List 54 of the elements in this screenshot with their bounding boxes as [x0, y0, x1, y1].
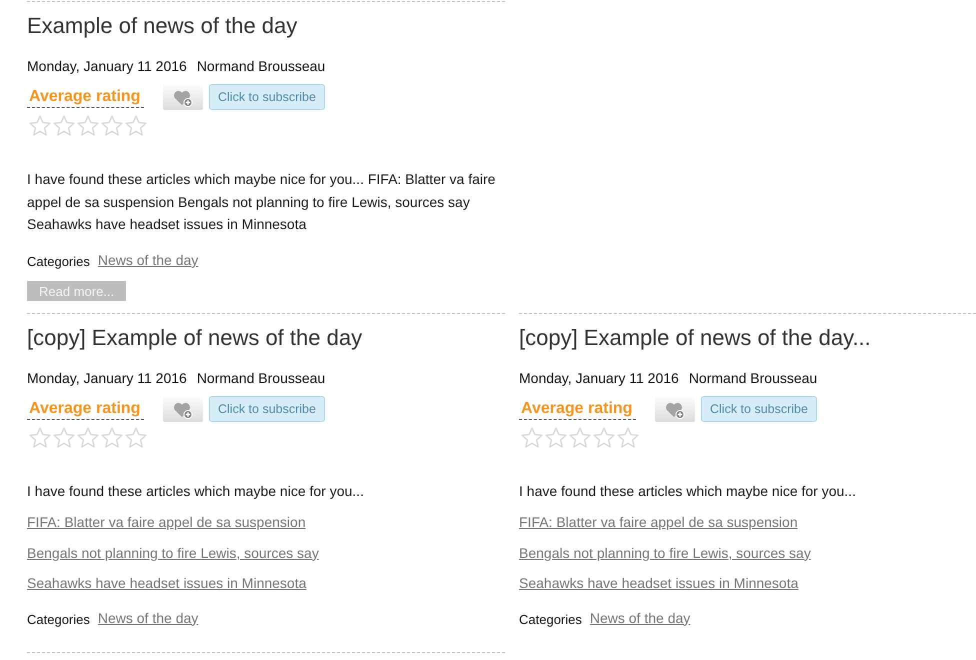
- favorite-button[interactable]: [163, 397, 203, 422]
- article-author: Normand Brousseau: [196, 57, 326, 75]
- article-intro: I have found these articles which maybe nice for you...: [519, 482, 856, 501]
- article-summary: I have found these articles which maybe nice for you... FIFA: Blatter va faire appel de sa suspension Bengals not planning to fire Lewis, sources say Seahawks have headset issues in Minnesota: [27, 170, 496, 234]
- subscribe-button[interactable]: Click to subscribe: [209, 396, 325, 422]
- heart-plus-icon: [173, 400, 193, 418]
- rating-label: Average rating: [27, 399, 144, 420]
- star-icon[interactable]: [593, 427, 615, 448]
- heart-plus-icon: [665, 400, 685, 418]
- article-link[interactable]: Bengals not planning to fire Lewis, sources say: [519, 542, 811, 562]
- rating-label: Average rating: [519, 399, 636, 420]
- article-link[interactable]: Seahawks have headset issues in Minnesota: [519, 573, 798, 593]
- star-icon[interactable]: [125, 115, 147, 136]
- star-icon[interactable]: [521, 427, 543, 448]
- article-link[interactable]: FIFA: Blatter va faire appel de sa suspension: [27, 512, 306, 532]
- article-link[interactable]: FIFA: Blatter va faire appel de sa suspension: [519, 512, 798, 532]
- categories-label: Categories: [27, 254, 90, 269]
- star-rating[interactable]: [29, 427, 147, 448]
- article-link[interactable]: Seahawks have headset issues in Minnesota: [27, 573, 306, 593]
- article-title: [copy] Example of news of the day: [27, 325, 362, 351]
- star-icon[interactable]: [53, 427, 75, 448]
- article-date: Monday, January 11 2016: [519, 369, 679, 387]
- star-icon[interactable]: [77, 115, 99, 136]
- article-author: Normand Brousseau: [196, 369, 326, 387]
- star-icon[interactable]: [545, 427, 567, 448]
- article-intro: I have found these articles which maybe nice for you...: [27, 482, 364, 501]
- subscribe-button[interactable]: Click to subscribe: [701, 396, 817, 422]
- article-date: Monday, January 11 2016: [27, 57, 187, 75]
- heart-plus-icon: [173, 88, 193, 106]
- star-rating[interactable]: [521, 427, 639, 448]
- category-link[interactable]: News of the day: [590, 610, 690, 628]
- article-title: Example of news of the day: [27, 13, 298, 39]
- star-icon[interactable]: [53, 115, 75, 136]
- star-rating[interactable]: [29, 115, 147, 136]
- star-icon[interactable]: [29, 115, 51, 136]
- star-icon[interactable]: [569, 427, 591, 448]
- article-link[interactable]: Bengals not planning to fire Lewis, sources say: [27, 542, 319, 562]
- favorite-button[interactable]: [163, 85, 203, 110]
- star-icon[interactable]: [101, 115, 123, 136]
- star-icon[interactable]: [101, 427, 123, 448]
- article-date: Monday, January 11 2016: [27, 369, 187, 387]
- subscribe-button[interactable]: Click to subscribe: [209, 84, 325, 110]
- article-title: [copy] Example of news of the day...: [519, 325, 871, 351]
- star-icon[interactable]: [125, 427, 147, 448]
- category-link[interactable]: News of the day: [98, 252, 198, 271]
- star-icon[interactable]: [29, 427, 51, 448]
- categories-label: Categories: [519, 612, 582, 626]
- star-icon[interactable]: [617, 427, 639, 448]
- star-icon[interactable]: [77, 427, 99, 448]
- categories-label: Categories: [27, 612, 90, 626]
- article-author: Normand Brousseau: [688, 369, 818, 387]
- favorite-button[interactable]: [655, 397, 695, 422]
- rating-label: Average rating: [27, 87, 144, 108]
- category-link[interactable]: News of the day: [98, 610, 198, 628]
